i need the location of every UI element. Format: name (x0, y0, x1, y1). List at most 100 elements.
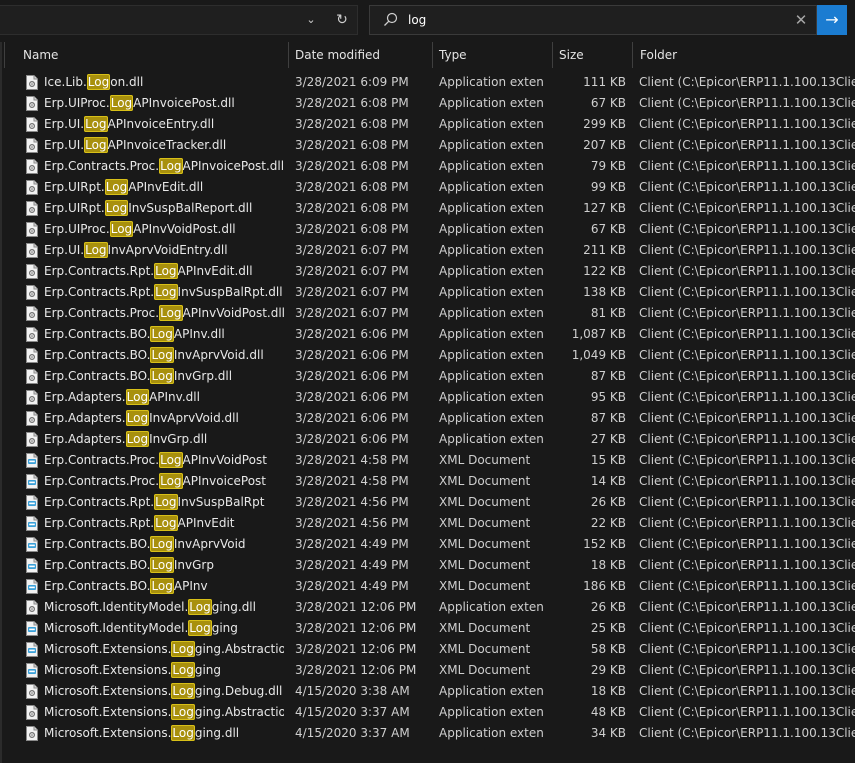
file-name[interactable]: Erp.Adapters.LogAPInv.dll (44, 387, 284, 408)
file-date: 3/28/2021 6:06 PM (295, 369, 409, 383)
file-name[interactable]: Microsoft.Extensions.Logging.dll (44, 723, 284, 744)
file-name[interactable]: Microsoft.IdentityModel.Logging (44, 618, 284, 639)
file-row[interactable]: Microsoft.Extensions.Logging 3/28/2021 12… (0, 660, 855, 681)
file-name[interactable]: Erp.UI.LogAPInvoiceEntry.dll (44, 114, 284, 135)
column-divider[interactable] (552, 42, 553, 68)
column-divider[interactable] (632, 42, 633, 68)
file-name[interactable]: Erp.Contracts.BO.LogInvAprvVoid.dll (44, 345, 284, 366)
file-name[interactable]: Erp.Contracts.BO.LogInvAprvVoid (44, 534, 284, 555)
xml-file-icon (26, 537, 38, 552)
file-name[interactable]: Erp.Contracts.Proc.LogAPInvVoidPost (44, 450, 284, 471)
column-divider[interactable] (288, 42, 289, 68)
file-name[interactable]: Erp.Contracts.Rpt.LogInvSuspBalRpt (44, 492, 284, 513)
file-folder: Client (C:\Epicor\ERP11.1.100.13Client) (639, 537, 855, 551)
file-name[interactable]: Erp.Contracts.Rpt.LogAPInvEdit (44, 513, 284, 534)
file-name[interactable]: Erp.Adapters.LogInvAprvVoid.dll (44, 408, 284, 429)
file-row[interactable]: Erp.UI.LogInvAprvVoidEntry.dll 3/28/2021 … (0, 240, 855, 261)
column-date-header[interactable]: Date modified (295, 42, 380, 68)
column-name-header[interactable]: Name (23, 42, 58, 68)
file-row[interactable]: Erp.Contracts.Rpt.LogInvSuspBalRpt.dll 3/… (0, 282, 855, 303)
file-row[interactable]: Erp.UI.LogAPInvoiceEntry.dll 3/28/2021 6:… (0, 114, 855, 135)
file-name[interactable]: Erp.Contracts.BO.LogAPInv.dll (44, 324, 284, 345)
file-folder: Client (C:\Epicor\ERP11.1.100.13Client) (639, 663, 855, 677)
file-folder: Client (C:\Epicor\ERP11.1.100.13Client) (639, 159, 855, 173)
file-name[interactable]: Microsoft.Extensions.Logging (44, 660, 284, 681)
file-name[interactable]: Ice.Lib.Logon.dll (44, 72, 284, 93)
file-row[interactable]: Erp.Contracts.Rpt.LogAPInvEdit 3/28/2021 … (0, 513, 855, 534)
file-size: 67 KB (590, 96, 626, 110)
file-row[interactable]: Erp.Contracts.BO.LogInvAprvVoid.dll 3/28/… (0, 345, 855, 366)
file-row[interactable]: Erp.Contracts.Rpt.LogInvSuspBalRpt 3/28/2… (0, 492, 855, 513)
file-name-suffix: APInv.dll (173, 327, 225, 341)
file-type: Application exten... (439, 138, 544, 152)
refresh-icon[interactable]: ↻ (332, 10, 352, 30)
column-divider[interactable] (432, 42, 433, 68)
file-row[interactable]: Erp.Adapters.LogAPInv.dll 3/28/2021 6:06 … (0, 387, 855, 408)
file-name[interactable]: Erp.Adapters.LogInvGrp.dll (44, 429, 284, 450)
file-name[interactable]: Erp.Contracts.Rpt.LogInvSuspBalRpt.dll (44, 282, 284, 303)
file-row[interactable]: Erp.UIProc.LogAPInvoicePost.dll 3/28/2021… (0, 93, 855, 114)
file-name[interactable]: Erp.UIProc.LogAPInvoicePost.dll (44, 93, 284, 114)
file-row[interactable]: Microsoft.Extensions.Logging.dll 4/15/202… (0, 723, 855, 744)
file-row[interactable]: Microsoft.IdentityModel.Logging.dll 3/28/… (0, 597, 855, 618)
dll-file-icon (26, 411, 38, 426)
file-type: Application exten... (439, 600, 544, 614)
file-row[interactable]: Microsoft.Extensions.Logging.Debug.dll 4/… (0, 681, 855, 702)
file-row[interactable]: Erp.Contracts.BO.LogAPInv 3/28/2021 4:49 … (0, 576, 855, 597)
file-row[interactable]: Erp.Contracts.Proc.LogAPInvoicePost 3/28/… (0, 471, 855, 492)
file-name[interactable]: Erp.Contracts.BO.LogInvGrp (44, 555, 284, 576)
file-row[interactable]: Erp.UIRpt.LogAPInvEdit.dll 3/28/2021 6:08… (0, 177, 855, 198)
file-name[interactable]: Erp.UI.LogInvAprvVoidEntry.dll (44, 240, 284, 261)
dll-file-icon (26, 390, 38, 405)
search-input[interactable] (408, 9, 788, 31)
file-name[interactable]: Microsoft.IdentityModel.Logging.dll (44, 597, 284, 618)
file-row[interactable]: Erp.Contracts.BO.LogInvGrp 3/28/2021 4:49… (0, 555, 855, 576)
file-folder: Client (C:\Epicor\ERP11.1.100.13Client) (639, 558, 855, 572)
file-name[interactable]: Erp.UI.LogAPInvoiceTracker.dll (44, 135, 284, 156)
file-name-suffix: APInvoicePost.dll (182, 159, 284, 173)
file-date: 3/28/2021 12:06 PM (295, 600, 417, 614)
file-name[interactable]: Erp.UIRpt.LogAPInvEdit.dll (44, 177, 284, 198)
file-name[interactable]: Erp.Contracts.BO.LogAPInv (44, 576, 284, 597)
file-row[interactable]: Erp.Contracts.BO.LogInvGrp.dll 3/28/2021 … (0, 366, 855, 387)
file-row[interactable]: Microsoft.IdentityModel.Logging 3/28/2021… (0, 618, 855, 639)
file-row[interactable]: Erp.Adapters.LogInvAprvVoid.dll 3/28/2021… (0, 408, 855, 429)
file-row[interactable]: Microsoft.Extensions.Logging.Abstraction… (0, 702, 855, 723)
file-row[interactable]: Erp.Contracts.BO.LogAPInv.dll 3/28/2021 6… (0, 324, 855, 345)
file-row[interactable]: Erp.Contracts.Proc.LogAPInvVoidPost.dll 3… (0, 303, 855, 324)
file-name[interactable]: Erp.UIProc.LogAPInvVoidPost.dll (44, 219, 284, 240)
file-name[interactable]: Microsoft.Extensions.Logging.Abstraction… (44, 639, 284, 660)
search-go-button[interactable]: → (817, 5, 847, 35)
file-name[interactable]: Erp.UIRpt.LogInvSuspBalReport.dll (44, 198, 284, 219)
file-name[interactable]: Erp.Contracts.Rpt.LogAPInvEdit.dll (44, 261, 284, 282)
file-row[interactable]: Erp.Contracts.BO.LogInvAprvVoid 3/28/2021… (0, 534, 855, 555)
column-type-header[interactable]: Type (439, 42, 467, 68)
close-icon[interactable]: ✕ (792, 11, 810, 29)
file-row[interactable]: Erp.Contracts.Proc.LogAPInvoicePost.dll 3… (0, 156, 855, 177)
file-row[interactable]: Ice.Lib.Logon.dll 3/28/2021 6:09 PM Applic… (0, 72, 855, 93)
file-size: 29 KB (590, 663, 626, 677)
file-name[interactable]: Microsoft.Extensions.Logging.Debug.dll (44, 681, 284, 702)
column-folder-header[interactable]: Folder (640, 42, 677, 68)
file-row[interactable]: Erp.Adapters.LogInvGrp.dll 3/28/2021 6:06… (0, 429, 855, 450)
search-box[interactable]: ✕ (369, 5, 817, 35)
file-name[interactable]: Erp.Contracts.Proc.LogAPInvoicePost (44, 471, 284, 492)
chevron-down-icon[interactable]: ⌄ (302, 11, 320, 29)
file-row[interactable]: Erp.UI.LogAPInvoiceTracker.dll 3/28/2021 … (0, 135, 855, 156)
file-name-prefix: Erp.Contracts.Proc. (44, 453, 160, 467)
column-size-header[interactable]: Size (559, 42, 584, 68)
search-match-highlight: Log (154, 263, 178, 279)
file-row[interactable]: Erp.UIProc.LogAPInvVoidPost.dll 3/28/2021… (0, 219, 855, 240)
file-name[interactable]: Erp.Contracts.Proc.LogAPInvoicePost.dll (44, 156, 284, 177)
file-type: Application exten... (439, 159, 544, 173)
file-name-suffix: APInv.dll (149, 390, 200, 404)
file-name[interactable]: Erp.Contracts.BO.LogInvGrp.dll (44, 366, 284, 387)
file-row[interactable]: Erp.Contracts.Rpt.LogAPInvEdit.dll 3/28/2… (0, 261, 855, 282)
file-row[interactable]: Erp.UIRpt.LogInvSuspBalReport.dll 3/28/20… (0, 198, 855, 219)
file-row[interactable]: Erp.Contracts.Proc.LogAPInvVoidPost 3/28/… (0, 450, 855, 471)
address-bar[interactable]: ⌄ ↻ (0, 5, 358, 35)
file-name[interactable]: Erp.Contracts.Proc.LogAPInvVoidPost.dll (44, 303, 284, 324)
file-row[interactable]: Microsoft.Extensions.Logging.Abstraction… (0, 639, 855, 660)
file-type: Application exten... (439, 306, 544, 320)
file-name[interactable]: Microsoft.Extensions.Logging.Abstraction… (44, 702, 284, 723)
